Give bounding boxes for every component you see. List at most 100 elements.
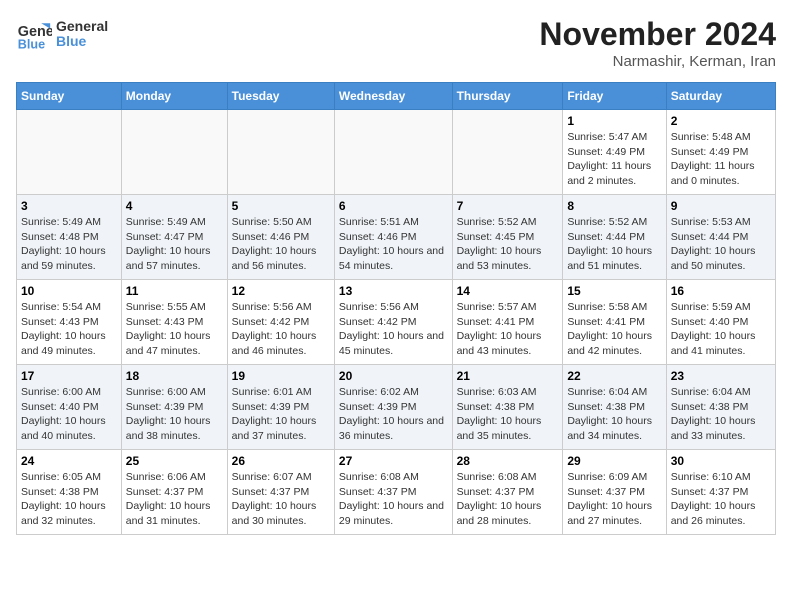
calendar-cell: 20 Sunrise: 6:02 AM Sunset: 4:39 PM Dayli…: [334, 365, 452, 450]
day-info: Sunrise: 6:10 AM Sunset: 4:37 PM Dayligh…: [671, 470, 771, 529]
calendar-cell: 28Sunrise: 6:08 AM Sunset: 4:37 PM Dayli…: [452, 450, 563, 535]
day-number: 8: [567, 199, 661, 213]
day-number: 13: [339, 284, 448, 298]
day-info: Sunrise: 5:59 AM Sunset: 4:40 PM Dayligh…: [671, 300, 771, 359]
calendar-cell: [121, 110, 227, 195]
calendar-cell: 12Sunrise: 5:56 AM Sunset: 4:42 PM Dayli…: [227, 280, 334, 365]
day-number: 21: [457, 369, 559, 383]
day-number: 29: [567, 454, 661, 468]
weekday-header-wednesday: Wednesday: [334, 83, 452, 110]
day-info: Sunrise: 5:54 AM Sunset: 4:43 PM Dayligh…: [21, 300, 117, 359]
day-info: Sunrise: 6:08 AM Sunset: 4:37 PM Dayligh…: [457, 470, 559, 529]
calendar-cell: 29 Sunrise: 6:09 AM Sunset: 4:37 PM Dayli…: [563, 450, 666, 535]
calendar-cell: 7 Sunrise: 5:52 AM Sunset: 4:45 PM Daylig…: [452, 195, 563, 280]
calendar-cell: 17 Sunrise: 6:00 AM Sunset: 4:40 PM Dayli…: [17, 365, 122, 450]
day-info: Sunrise: 5:55 AM Sunset: 4:43 PM Dayligh…: [126, 300, 223, 359]
day-number: 23: [671, 369, 771, 383]
day-number: 9: [671, 199, 771, 213]
calendar-cell: [452, 110, 563, 195]
calendar-cell: 22 Sunrise: 6:04 AM Sunset: 4:38 PM Dayli…: [563, 365, 666, 450]
calendar-cell: 5Sunrise: 5:50 AM Sunset: 4:46 PM Daylig…: [227, 195, 334, 280]
calendar-cell: 3Sunrise: 5:49 AM Sunset: 4:48 PM Daylig…: [17, 195, 122, 280]
calendar-cell: 15 Sunrise: 5:58 AM Sunset: 4:41 PM Dayli…: [563, 280, 666, 365]
day-info: Sunrise: 5:48 AM Sunset: 4:49 PM Dayligh…: [671, 130, 771, 189]
day-number: 15: [567, 284, 661, 298]
weekday-header-thursday: Thursday: [452, 83, 563, 110]
svg-text:Blue: Blue: [18, 37, 45, 51]
day-info: Sunrise: 6:07 AM Sunset: 4:37 PM Dayligh…: [232, 470, 330, 529]
day-info: Sunrise: 6:00 AM Sunset: 4:39 PM Dayligh…: [126, 385, 223, 444]
day-info: Sunrise: 6:05 AM Sunset: 4:38 PM Dayligh…: [21, 470, 117, 529]
day-number: 4: [126, 199, 223, 213]
weekday-header-saturday: Saturday: [666, 83, 775, 110]
weekday-header-tuesday: Tuesday: [227, 83, 334, 110]
calendar-cell: 24 Sunrise: 6:05 AM Sunset: 4:38 PM Dayli…: [17, 450, 122, 535]
calendar-cell: 30 Sunrise: 6:10 AM Sunset: 4:37 PM Dayli…: [666, 450, 775, 535]
day-info: Sunrise: 6:02 AM Sunset: 4:39 PM Dayligh…: [339, 385, 448, 444]
day-number: 1: [567, 114, 661, 128]
calendar-cell: 11 Sunrise: 5:55 AM Sunset: 4:43 PM Dayli…: [121, 280, 227, 365]
calendar-week-2: 10Sunrise: 5:54 AM Sunset: 4:43 PM Dayli…: [17, 280, 776, 365]
calendar-table: SundayMondayTuesdayWednesdayThursdayFrid…: [16, 82, 776, 535]
day-info: Sunrise: 5:51 AM Sunset: 4:46 PM Dayligh…: [339, 215, 448, 274]
day-info: Sunrise: 6:03 AM Sunset: 4:38 PM Dayligh…: [457, 385, 559, 444]
day-info: Sunrise: 5:53 AM Sunset: 4:44 PM Dayligh…: [671, 215, 771, 274]
calendar-cell: 26 Sunrise: 6:07 AM Sunset: 4:37 PM Dayli…: [227, 450, 334, 535]
calendar-week-0: 1 Sunrise: 5:47 AM Sunset: 4:49 PM Daylig…: [17, 110, 776, 195]
calendar-cell: 19 Sunrise: 6:01 AM Sunset: 4:39 PM Dayli…: [227, 365, 334, 450]
logo: General Blue General Blue: [16, 16, 108, 52]
calendar-cell: 14Sunrise: 5:57 AM Sunset: 4:41 PM Dayli…: [452, 280, 563, 365]
calendar-cell: [17, 110, 122, 195]
day-info: Sunrise: 5:58 AM Sunset: 4:41 PM Dayligh…: [567, 300, 661, 359]
calendar-header: SundayMondayTuesdayWednesdayThursdayFrid…: [17, 83, 776, 110]
day-info: Sunrise: 6:08 AM Sunset: 4:37 PM Dayligh…: [339, 470, 448, 529]
day-number: 24: [21, 454, 117, 468]
day-info: Sunrise: 5:47 AM Sunset: 4:49 PM Dayligh…: [567, 130, 661, 189]
calendar-cell: 25 Sunrise: 6:06 AM Sunset: 4:37 PM Dayli…: [121, 450, 227, 535]
day-info: Sunrise: 6:09 AM Sunset: 4:37 PM Dayligh…: [567, 470, 661, 529]
day-number: 6: [339, 199, 448, 213]
calendar-week-3: 17 Sunrise: 6:00 AM Sunset: 4:40 PM Dayli…: [17, 365, 776, 450]
page-subtitle: Narmashir, Kerman, Iran: [539, 53, 776, 70]
day-info: Sunrise: 5:52 AM Sunset: 4:45 PM Dayligh…: [457, 215, 559, 274]
weekday-header-friday: Friday: [563, 83, 666, 110]
weekday-header-monday: Monday: [121, 83, 227, 110]
day-number: 22: [567, 369, 661, 383]
day-number: 26: [232, 454, 330, 468]
day-info: Sunrise: 5:50 AM Sunset: 4:46 PM Dayligh…: [232, 215, 330, 274]
calendar-cell: 2 Sunrise: 5:48 AM Sunset: 4:49 PM Daylig…: [666, 110, 775, 195]
calendar-cell: 9 Sunrise: 5:53 AM Sunset: 4:44 PM Daylig…: [666, 195, 775, 280]
day-number: 17: [21, 369, 117, 383]
calendar-cell: 16 Sunrise: 5:59 AM Sunset: 4:40 PM Dayli…: [666, 280, 775, 365]
weekday-header-sunday: Sunday: [17, 83, 122, 110]
day-info: Sunrise: 6:04 AM Sunset: 4:38 PM Dayligh…: [567, 385, 661, 444]
day-info: Sunrise: 5:49 AM Sunset: 4:47 PM Dayligh…: [126, 215, 223, 274]
day-number: 19: [232, 369, 330, 383]
calendar-cell: 18Sunrise: 6:00 AM Sunset: 4:39 PM Dayli…: [121, 365, 227, 450]
day-number: 11: [126, 284, 223, 298]
day-info: Sunrise: 6:00 AM Sunset: 4:40 PM Dayligh…: [21, 385, 117, 444]
day-info: Sunrise: 5:56 AM Sunset: 4:42 PM Dayligh…: [339, 300, 448, 359]
page-title: November 2024: [539, 16, 776, 53]
page-header: General Blue General Blue November 2024 …: [16, 16, 776, 70]
day-info: Sunrise: 6:04 AM Sunset: 4:38 PM Dayligh…: [671, 385, 771, 444]
day-number: 27: [339, 454, 448, 468]
day-number: 7: [457, 199, 559, 213]
day-number: 30: [671, 454, 771, 468]
day-number: 20: [339, 369, 448, 383]
day-info: Sunrise: 5:52 AM Sunset: 4:44 PM Dayligh…: [567, 215, 661, 274]
weekday-header-row: SundayMondayTuesdayWednesdayThursdayFrid…: [17, 83, 776, 110]
day-number: 16: [671, 284, 771, 298]
day-info: Sunrise: 6:01 AM Sunset: 4:39 PM Dayligh…: [232, 385, 330, 444]
calendar-cell: 6 Sunrise: 5:51 AM Sunset: 4:46 PM Daylig…: [334, 195, 452, 280]
title-block: November 2024 Narmashir, Kerman, Iran: [539, 16, 776, 70]
calendar-cell: 1 Sunrise: 5:47 AM Sunset: 4:49 PM Daylig…: [563, 110, 666, 195]
calendar-cell: 27 Sunrise: 6:08 AM Sunset: 4:37 PM Dayli…: [334, 450, 452, 535]
day-info: Sunrise: 6:06 AM Sunset: 4:37 PM Dayligh…: [126, 470, 223, 529]
calendar-week-4: 24 Sunrise: 6:05 AM Sunset: 4:38 PM Dayli…: [17, 450, 776, 535]
day-number: 25: [126, 454, 223, 468]
day-number: 12: [232, 284, 330, 298]
day-number: 2: [671, 114, 771, 128]
calendar-cell: [334, 110, 452, 195]
calendar-cell: 23 Sunrise: 6:04 AM Sunset: 4:38 PM Dayli…: [666, 365, 775, 450]
